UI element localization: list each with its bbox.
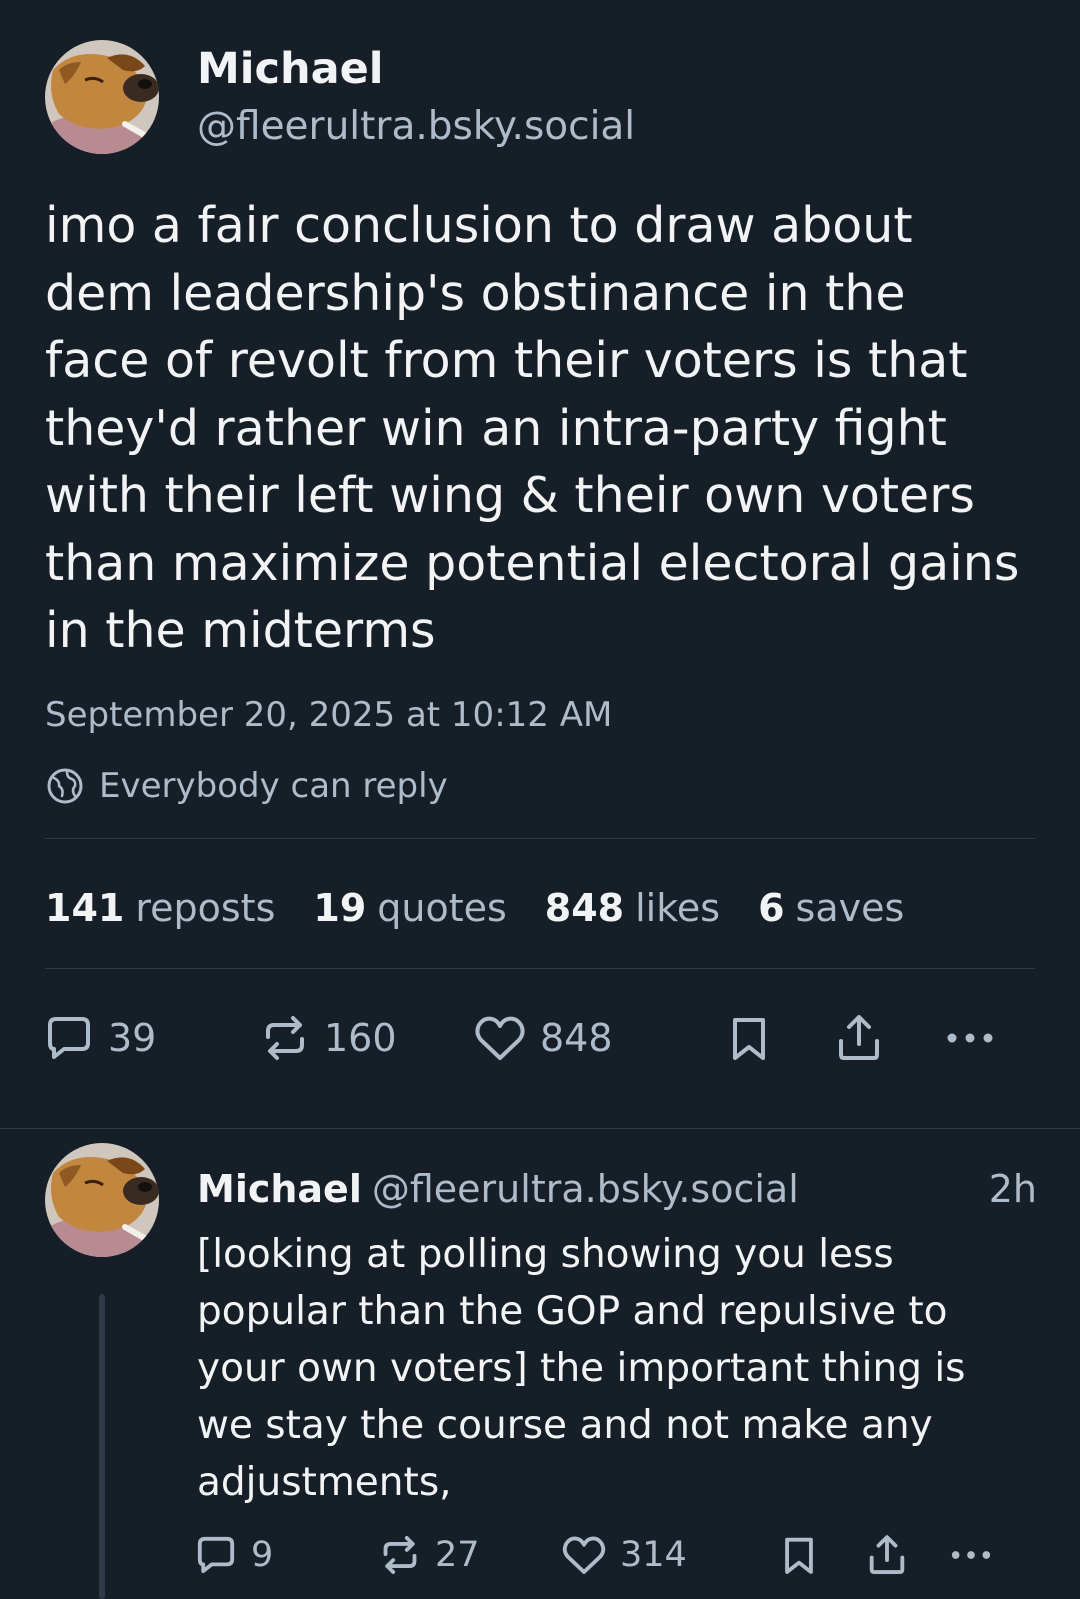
- bookmark-icon: [733, 1018, 765, 1060]
- author-avatar[interactable]: [45, 40, 159, 154]
- reply-header: Michael @fleerultra.bsky.social 2h: [197, 1162, 1037, 1216]
- bookmark-icon: [785, 1537, 813, 1574]
- reply-more-options-button[interactable]: [945, 1528, 997, 1582]
- post-stats: 141 reposts 19 quotes 848 likes 6 saves: [45, 878, 942, 938]
- reply-count: 39: [108, 1016, 157, 1060]
- reply-text-line: [looking at polling showing you less: [197, 1232, 894, 1277]
- repost-arrows-icon: [383, 1536, 417, 1574]
- likes-label: likes: [635, 886, 721, 930]
- reply-setting[interactable]: Everybody can reply: [45, 760, 448, 812]
- reposts-stat[interactable]: 141 reposts: [45, 886, 275, 930]
- divider: [45, 838, 1035, 839]
- saves-stat: 6 saves: [758, 886, 904, 930]
- reply-repost-button[interactable]: 27: [377, 1528, 480, 1582]
- post-text-line: face of revolt from their voters is that: [45, 332, 968, 389]
- like-count: 848: [540, 1016, 613, 1060]
- share-button[interactable]: [832, 1008, 886, 1068]
- reply-text-line: popular than the GOP and repulsive to: [197, 1289, 948, 1334]
- reply-like-button[interactable]: 314: [560, 1528, 687, 1582]
- reply-author-name[interactable]: Michael: [197, 1167, 362, 1211]
- like-button[interactable]: 848: [472, 1008, 613, 1068]
- reply-like-count: 314: [620, 1535, 687, 1575]
- thread-divider: [0, 1128, 1080, 1129]
- reply-text-line: adjustments,: [197, 1460, 452, 1505]
- post-text-line: with their left wing & their own voters: [45, 467, 975, 524]
- heart-icon: [475, 1016, 525, 1060]
- reply-reply-count: 9: [251, 1535, 274, 1575]
- ellipsis-icon: [951, 1551, 991, 1559]
- reply-text: [looking at polling showing you less pop…: [197, 1226, 1037, 1511]
- post-text: imo a fair conclusion to draw about dem …: [45, 192, 1045, 665]
- reply-author-avatar[interactable]: [45, 1143, 159, 1257]
- reply-text-line: your own voters] the important thing is: [197, 1346, 966, 1391]
- reply-text-line: we stay the course and not make any: [197, 1403, 933, 1448]
- author-handle[interactable]: @fleerultra.bsky.social: [197, 101, 635, 153]
- quotes-label: quotes: [377, 886, 507, 930]
- post-timestamp: September 20, 2025 at 10:12 AM: [45, 695, 613, 735]
- post-text-line: they'd rather win an intra-party fight: [45, 399, 947, 457]
- reply-timestamp: 2h: [988, 1167, 1037, 1211]
- globe-icon: [47, 768, 83, 804]
- post-text-line: in the midterms: [45, 602, 436, 659]
- reply-save-button[interactable]: [776, 1528, 822, 1582]
- save-button[interactable]: [722, 1008, 776, 1068]
- quotes-count: 19: [313, 886, 367, 930]
- avatar-image: [45, 1143, 159, 1257]
- repost-arrows-icon: [266, 1016, 304, 1060]
- post-text-line: than maximize potential electoral gains: [45, 534, 1020, 592]
- likes-stat[interactable]: 848 likes: [545, 886, 720, 930]
- quotes-stat[interactable]: 19 quotes: [313, 886, 506, 930]
- divider: [45, 968, 1035, 969]
- post-text-line: imo a fair conclusion to draw about: [45, 197, 913, 254]
- reposts-count: 141: [45, 886, 125, 930]
- reply-button[interactable]: 39: [42, 1008, 156, 1068]
- speech-bubble-icon: [197, 1536, 235, 1574]
- reply-repost-count: 27: [435, 1535, 480, 1575]
- reposts-label: reposts: [135, 886, 276, 930]
- reply-reply-button[interactable]: 9: [193, 1528, 273, 1582]
- reply-setting-label: Everybody can reply: [99, 766, 448, 806]
- post-text-line: dem leadership's obstinance in the: [45, 264, 906, 322]
- reply-share-button[interactable]: [864, 1528, 910, 1582]
- ellipsis-icon: [947, 1033, 993, 1043]
- repost-count: 160: [324, 1016, 397, 1060]
- avatar-image: [45, 40, 159, 154]
- repost-button[interactable]: 160: [258, 1008, 397, 1068]
- more-options-button[interactable]: [940, 1008, 1000, 1068]
- reply-author-handle[interactable]: @fleerultra.bsky.social: [372, 1167, 799, 1211]
- saves-label: saves: [795, 886, 905, 930]
- thread-connector-line: [99, 1294, 105, 1599]
- share-upload-icon: [869, 1535, 905, 1574]
- share-upload-icon: [839, 1015, 879, 1060]
- speech-bubble-icon: [48, 1017, 90, 1059]
- author-name[interactable]: Michael: [197, 40, 384, 98]
- heart-icon: [562, 1536, 606, 1574]
- saves-count: 6: [758, 886, 785, 930]
- likes-count: 848: [544, 886, 625, 930]
